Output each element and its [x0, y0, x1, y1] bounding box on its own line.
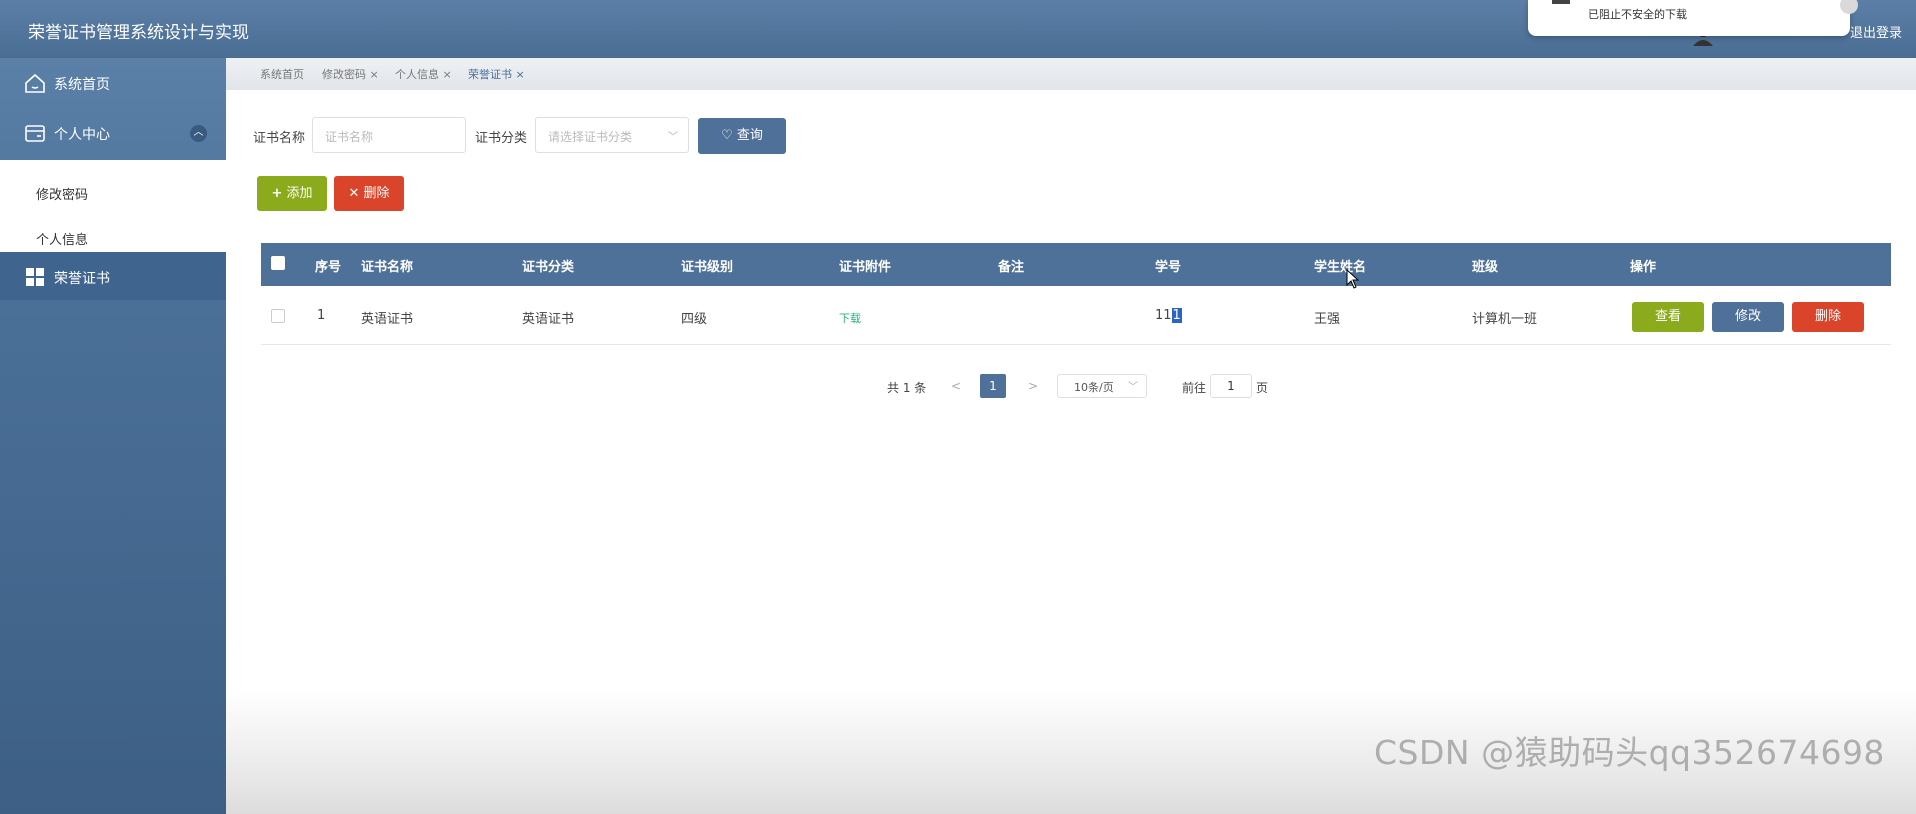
sidebar-item-certificates[interactable]: 荣誉证书 — [0, 252, 226, 300]
close-icon: ✕ — [348, 186, 360, 201]
cell-level: 四级 — [681, 312, 708, 327]
logout-button[interactable]: 退出登录 — [1850, 22, 1902, 41]
sidebar-item-change-password[interactable]: 修改密码 — [36, 184, 88, 203]
goto-page-input[interactable]: 1 — [1210, 374, 1252, 398]
download-blocked-popup: 已阻止不安全的下载 — [1528, 0, 1858, 36]
page-suffix: 页 — [1256, 381, 1269, 395]
column-header-category: 证书分类 — [522, 260, 575, 275]
tab-home[interactable]: 系统首页 — [260, 66, 304, 82]
app-title: 荣誉证书管理系统设计与实现 — [28, 23, 249, 43]
certificate-category-label: 证书分类 — [475, 131, 528, 146]
home-icon — [25, 73, 45, 93]
add-button-label: 添加 — [286, 186, 313, 201]
cell-category: 英语证书 — [522, 312, 575, 327]
certificate-name-input[interactable]: 证书名称 — [312, 117, 466, 153]
chevron-down-icon: ﹀ — [1128, 382, 1138, 393]
column-header-student-id: 学号 — [1155, 260, 1182, 275]
column-header-index: 序号 — [315, 260, 342, 275]
chevron-down-icon: ﹀ — [668, 132, 678, 143]
tab-bar: 系统首页 修改密码 × 个人信息 × 荣誉证书 × — [226, 58, 1916, 90]
certificate-name-label: 证书名称 — [253, 131, 306, 146]
plus-icon: + — [271, 186, 283, 201]
column-header-class: 班级 — [1472, 260, 1499, 275]
cell-index: 1 — [317, 308, 326, 323]
sidebar: 系统首页 个人中心 ︿ 修改密码 个人信息 荣誉证书 — [0, 58, 226, 814]
goto-label: 前往 — [1182, 381, 1207, 395]
row-delete-button[interactable]: 删除 — [1792, 302, 1864, 332]
query-button-label: 查询 — [736, 128, 763, 143]
sidebar-item-personal-info[interactable]: 个人信息 — [36, 229, 88, 248]
row-checkbox[interactable] — [271, 309, 285, 323]
sidebar-item-home[interactable]: 系统首页 — [0, 58, 226, 108]
cell-student-name: 王强 — [1314, 312, 1341, 327]
delete-button-label: 删除 — [363, 186, 390, 201]
tab-change-password[interactable]: 修改密码 × — [322, 66, 379, 82]
select-all-checkbox[interactable] — [271, 256, 285, 270]
cell-class: 计算机一班 — [1472, 312, 1538, 327]
next-page-button[interactable]: > — [1028, 379, 1038, 393]
wallet-icon — [25, 125, 45, 142]
prev-page-button[interactable]: < — [951, 379, 961, 393]
delete-button[interactable]: ✕ 删除 — [334, 176, 404, 211]
table-row: 1 英语证书 英语证书 四级 下载 111 王强 计算机一班 查看 修改 删除 — [261, 286, 1891, 345]
download-icon — [1552, 0, 1570, 4]
pagination-total: 共 1 条 — [887, 381, 927, 395]
column-header-name: 证书名称 — [361, 260, 414, 275]
watermark: CSDN @猿助码头qq352674698 — [1374, 733, 1885, 772]
student-id-text: 11 — [1155, 308, 1172, 323]
page-size-select[interactable]: 10条/页 ﹀ — [1057, 374, 1147, 398]
sidebar-item-personal-center[interactable]: 个人中心 ︿ — [0, 108, 226, 158]
personal-center-submenu: 修改密码 个人信息 — [0, 160, 226, 252]
grid-icon — [26, 268, 44, 286]
column-header-attachment: 证书附件 — [839, 260, 892, 275]
add-button[interactable]: + 添加 — [257, 176, 327, 211]
download-link[interactable]: 下载 — [839, 310, 861, 326]
query-button[interactable]: ♡ 查询 — [698, 118, 786, 154]
tab-certificates[interactable]: 荣誉证书 × — [468, 66, 525, 82]
mouse-cursor-icon — [1346, 269, 1360, 289]
sidebar-item-label: 荣誉证书 — [54, 271, 110, 287]
sidebar-item-label: 个人中心 — [54, 127, 110, 143]
popup-text: 已阻止不安全的下载 — [1588, 8, 1687, 21]
student-id-selected-text: 1 — [1171, 308, 1182, 323]
tab-personal-info[interactable]: 个人信息 × — [395, 66, 452, 82]
column-header-note: 备注 — [998, 260, 1025, 275]
sidebar-item-label: 系统首页 — [54, 77, 110, 93]
column-header-level: 证书级别 — [681, 260, 734, 275]
view-button[interactable]: 查看 — [1632, 302, 1704, 332]
cell-name: 英语证书 — [361, 312, 414, 327]
table-header: 序号 证书名称 证书分类 证书级别 证书附件 备注 学号 学生姓名 班级 操作 — [261, 243, 1891, 286]
category-select-placeholder: 请选择证书分类 — [548, 130, 633, 144]
heart-icon: ♡ — [721, 128, 733, 143]
current-page-button[interactable]: 1 — [980, 374, 1006, 398]
page-size-value: 10条/页 — [1074, 381, 1114, 394]
edit-button[interactable]: 修改 — [1712, 302, 1784, 332]
certificate-category-select[interactable]: 请选择证书分类 ﹀ — [535, 117, 689, 153]
cell-student-id: 111 — [1155, 308, 1182, 323]
column-header-actions: 操作 — [1630, 260, 1657, 275]
chevron-up-icon[interactable]: ︿ — [190, 125, 207, 142]
